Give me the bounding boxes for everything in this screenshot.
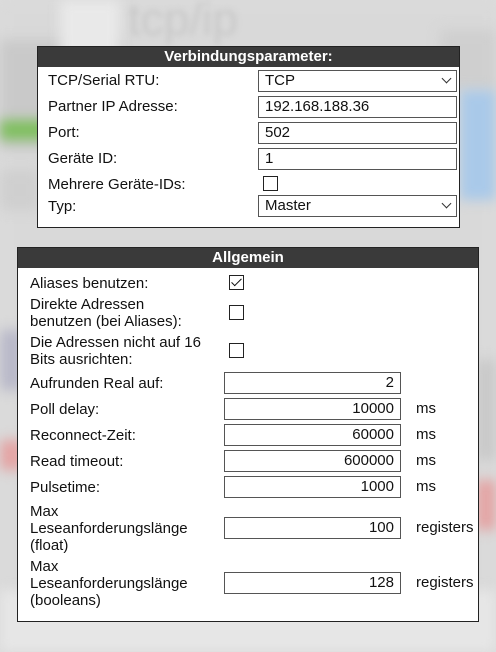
max-bool-input[interactable]: 128 xyxy=(224,572,401,594)
pulse-input[interactable]: 1000 xyxy=(224,476,401,498)
max-float-label-line1: Max xyxy=(30,503,59,520)
pulse-label: Pulsetime: xyxy=(30,479,101,496)
max-float-label-line3: (float) xyxy=(30,537,69,554)
reconnect-unit: ms xyxy=(416,426,436,443)
align-label-line2: Bits ausrichten: xyxy=(30,351,133,368)
max-bool-label-line2: Leseanforderungslänge xyxy=(30,575,188,592)
multi-ids-label: Mehrere Geräte-IDs: xyxy=(48,176,186,193)
round-input[interactable]: 2 xyxy=(224,372,401,394)
type-select-value: Master xyxy=(265,197,311,214)
connection-panel: Verbindungsparameter: TCP/Serial RTU: TC… xyxy=(37,46,460,228)
port-input[interactable]: 502 xyxy=(258,122,457,144)
protocol-label: TCP/Serial RTU: xyxy=(48,72,160,89)
reconnect-label: Reconnect-Zeit: xyxy=(30,427,136,444)
pulse-unit: ms xyxy=(416,478,436,495)
connection-panel-title: Verbindungsparameter: xyxy=(38,47,459,67)
aliases-label: Aliases benutzen: xyxy=(30,275,149,292)
chevron-down-icon xyxy=(441,198,452,209)
general-panel: Allgemein Aliases benutzen: Direkte Adre… xyxy=(17,247,479,622)
direct-label-line2: benutzen (bei Aliases): xyxy=(30,313,182,330)
aliases-checkbox[interactable] xyxy=(229,275,244,290)
protocol-select-value: TCP xyxy=(265,72,295,89)
max-float-input[interactable]: 100 xyxy=(224,517,401,539)
poll-input[interactable]: 10000 xyxy=(224,398,401,420)
max-float-label-line2: Leseanforderungslänge xyxy=(30,520,188,537)
poll-unit: ms xyxy=(416,400,436,417)
ip-label: Partner IP Adresse: xyxy=(48,98,178,115)
chevron-down-icon xyxy=(441,73,452,84)
watermark-text: tcp/ip xyxy=(128,0,238,45)
ip-input[interactable]: 192.168.188.36 xyxy=(258,96,457,118)
direct-label-line1: Direkte Adressen xyxy=(30,296,145,313)
device-id-input[interactable]: 1 xyxy=(258,148,457,170)
poll-label: Poll delay: xyxy=(30,401,100,418)
timeout-unit: ms xyxy=(416,452,436,469)
device-id-label: Geräte ID: xyxy=(48,150,118,167)
type-label: Typ: xyxy=(48,198,77,215)
round-label: Aufrunden Real auf: xyxy=(30,375,164,392)
type-select[interactable]: Master xyxy=(258,195,457,217)
general-panel-title: Allgemein xyxy=(18,248,478,268)
multi-ids-checkbox[interactable] xyxy=(263,176,278,191)
port-label: Port: xyxy=(48,124,80,141)
protocol-select[interactable]: TCP xyxy=(258,70,457,92)
align-label-line1: Die Adressen nicht auf 16 xyxy=(30,334,201,351)
max-bool-label-line3: (booleans) xyxy=(30,592,101,609)
max-bool-label-line1: Max xyxy=(30,558,59,575)
align-checkbox[interactable] xyxy=(229,343,244,358)
timeout-input[interactable]: 600000 xyxy=(224,450,401,472)
timeout-label: Read timeout: xyxy=(30,453,124,470)
direct-checkbox[interactable] xyxy=(229,305,244,320)
reconnect-input[interactable]: 60000 xyxy=(224,424,401,446)
max-float-unit: registers xyxy=(416,519,474,536)
max-bool-unit: registers xyxy=(416,574,474,591)
